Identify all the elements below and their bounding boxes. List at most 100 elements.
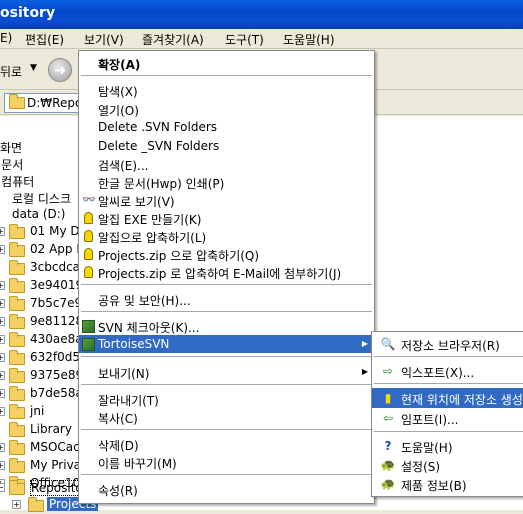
menu-tools[interactable]: 도구(T)	[225, 31, 264, 48]
folder-icon	[28, 497, 44, 512]
menu-item-delete[interactable]: 삭제(D)	[79, 435, 374, 453]
submenu-item-import[interactable]: ⇦ 임포트(I)...	[372, 408, 523, 428]
submenu-item-label: 익스포트(X)...	[401, 366, 475, 380]
folder-icon	[9, 332, 25, 347]
expand-icon[interactable]: +	[0, 299, 5, 308]
folder-icon	[9, 260, 25, 275]
tree-item-label: 화면	[0, 141, 23, 155]
menu-item-explore[interactable]: 탐색(X)	[79, 81, 374, 99]
submenu-arrow-icon: ▶	[361, 339, 368, 348]
back-dropdown-icon[interactable]: ▼	[30, 63, 37, 73]
tree-item-label: 01 My D	[30, 224, 80, 238]
collapse-icon[interactable]: −	[0, 483, 5, 492]
menu-item-svn-checkout[interactable]: SVN 체크아웃(K)...	[79, 317, 374, 335]
menu-item-sharing-security[interactable]: 공유 및 보안(H)...	[79, 290, 374, 308]
menu-edit[interactable]: 편집(E)	[25, 31, 64, 48]
tree-item-label: 3cbcdca	[30, 260, 81, 274]
submenu-item-repo-browser[interactable]: 🔍 저장소 브라우저(R)	[372, 334, 523, 354]
menu-view[interactable]: 보기(V)	[84, 31, 124, 48]
expand-icon[interactable]: +	[0, 461, 5, 470]
submenu-item-create-repo[interactable]: ▮ 현재 위치에 저장소 생성	[372, 388, 523, 408]
folder-icon	[9, 224, 25, 239]
svn-checkout-icon	[82, 320, 95, 333]
folder-icon	[9, 314, 25, 329]
address-value: D:₩Repo	[27, 96, 83, 110]
expand-icon[interactable]: +	[0, 227, 5, 236]
expand-icon[interactable]: +	[0, 335, 5, 344]
menu-item-label: 열기(O)	[98, 104, 139, 118]
expand-icon[interactable]: +	[0, 245, 5, 254]
menu-item-label: 속성(R)	[98, 484, 138, 498]
menu-item-cut[interactable]: 잘라내기(T)	[79, 390, 374, 408]
expand-icon[interactable]: +	[0, 407, 5, 416]
menu-item-tortoisesvn[interactable]: TortoiseSVN ▶	[79, 335, 374, 353]
menu-item-copy[interactable]: 복사(C)	[79, 408, 374, 426]
menu-item-expand[interactable]: 확장(A)	[79, 54, 374, 72]
menu-favorites[interactable]: 즐겨찾기(A)	[142, 31, 204, 48]
folder-icon	[9, 368, 25, 383]
menu-item-delete-underscore-svn[interactable]: Delete _SVN Folders	[79, 137, 374, 155]
menu-item-label: 검색(E)...	[98, 159, 149, 173]
menu-separator	[81, 356, 372, 357]
menu-separator	[374, 431, 523, 432]
menu-item-label: 복사(C)	[98, 412, 138, 426]
menu-separator	[81, 311, 372, 312]
menu-item-search[interactable]: 검색(E)...	[79, 155, 374, 173]
menu-item-alzip-exe[interactable]: 알집 EXE 만들기(K)	[79, 209, 374, 227]
expand-icon[interactable]: +	[0, 353, 5, 362]
tree-item-label: My Priva	[30, 458, 82, 472]
menu-file[interactable]: E)	[0, 31, 12, 45]
tree-item-label: Library	[30, 422, 72, 436]
menu-item-label: 알씨로 보기(V)	[98, 195, 175, 209]
menu-item-print-hwp[interactable]: 한글 문서(Hwp) 인쇄(P)	[79, 173, 374, 191]
menu-item-send-to[interactable]: 보내기(N) ▶	[79, 363, 374, 381]
menu-item-alzip-compress[interactable]: 알집으로 압축하기(L)	[79, 227, 374, 245]
menu-item-alsee-view[interactable]: 👓 알씨로 보기(V)	[79, 191, 374, 209]
tree-item-label: jni	[30, 404, 45, 418]
menu-item-label: 이름 바꾸기(M)	[98, 457, 177, 471]
export-icon: ⇨	[382, 364, 394, 378]
menu-item-compress-zip[interactable]: Projects.zip 으로 압축하기(Q)	[79, 245, 374, 263]
menu-item-compress-email[interactable]: Projects.zip 로 압축하여 E-Mail에 첨부하기(J)	[79, 263, 374, 281]
tortoisesvn-submenu: 🔍 저장소 브라우저(R) ⇨ 익스포트(X)... ▮ 현재 위치에 저장소 …	[371, 331, 523, 497]
folder-icon	[9, 458, 25, 473]
menu-item-label: Projects.zip 으로 압축하기(Q)	[98, 249, 260, 263]
forward-arrow-icon: ➜	[53, 61, 67, 79]
menu-item-label: 확장(A)	[98, 58, 141, 72]
expand-icon[interactable]: +	[0, 317, 5, 326]
menu-item-open[interactable]: 열기(O)	[79, 100, 374, 118]
import-icon: ⇦	[382, 411, 394, 425]
folder-icon	[9, 404, 25, 419]
expand-icon[interactable]: +	[0, 443, 5, 452]
window-title: ository	[0, 5, 56, 21]
expand-icon[interactable]: +	[0, 281, 5, 290]
menu-bar: E) 편집(E) 보기(V) 즐겨찾기(A) 도구(T) 도움말(H)	[0, 29, 523, 49]
submenu-item-label: 설정(S)	[401, 460, 441, 474]
expand-icon[interactable]: +	[0, 371, 5, 380]
alzip-icon	[84, 248, 93, 260]
alsee-icon: 👓	[82, 193, 96, 206]
folder-icon	[9, 296, 25, 311]
menu-item-properties[interactable]: 속성(R)	[79, 480, 374, 498]
create-repository-icon: ▮	[384, 391, 392, 405]
submenu-item-help[interactable]: ? 도움말(H)	[372, 436, 523, 456]
submenu-item-settings[interactable]: 🐢 설정(S)	[372, 455, 523, 475]
expand-icon[interactable]: +	[12, 500, 21, 509]
magnifier-icon: 🔍	[380, 337, 396, 351]
menu-item-label: 탐색(X)	[98, 85, 138, 99]
alzip-icon	[84, 230, 93, 242]
submenu-item-label: 저장소 브라우저(R)	[401, 339, 500, 353]
folder-icon	[9, 278, 25, 293]
submenu-item-export[interactable]: ⇨ 익스포트(X)...	[372, 361, 523, 381]
submenu-item-about[interactable]: 🐢 제품 정보(B)	[372, 474, 523, 494]
menu-item-delete-dot-svn[interactable]: Delete .SVN Folders	[79, 118, 374, 136]
menu-help[interactable]: 도움말(H)	[283, 31, 335, 48]
forward-button[interactable]: ➜	[48, 58, 72, 82]
back-button-label[interactable]: 뒤로	[0, 63, 22, 80]
tree-item-label: b7de58a	[30, 386, 83, 400]
menu-separator	[81, 75, 372, 76]
menu-item-rename[interactable]: 이름 바꾸기(M)	[79, 453, 374, 471]
tortoise-about-icon: 🐢	[380, 477, 396, 491]
expand-icon[interactable]: +	[0, 389, 5, 398]
menu-item-label: TortoiseSVN	[98, 337, 170, 351]
